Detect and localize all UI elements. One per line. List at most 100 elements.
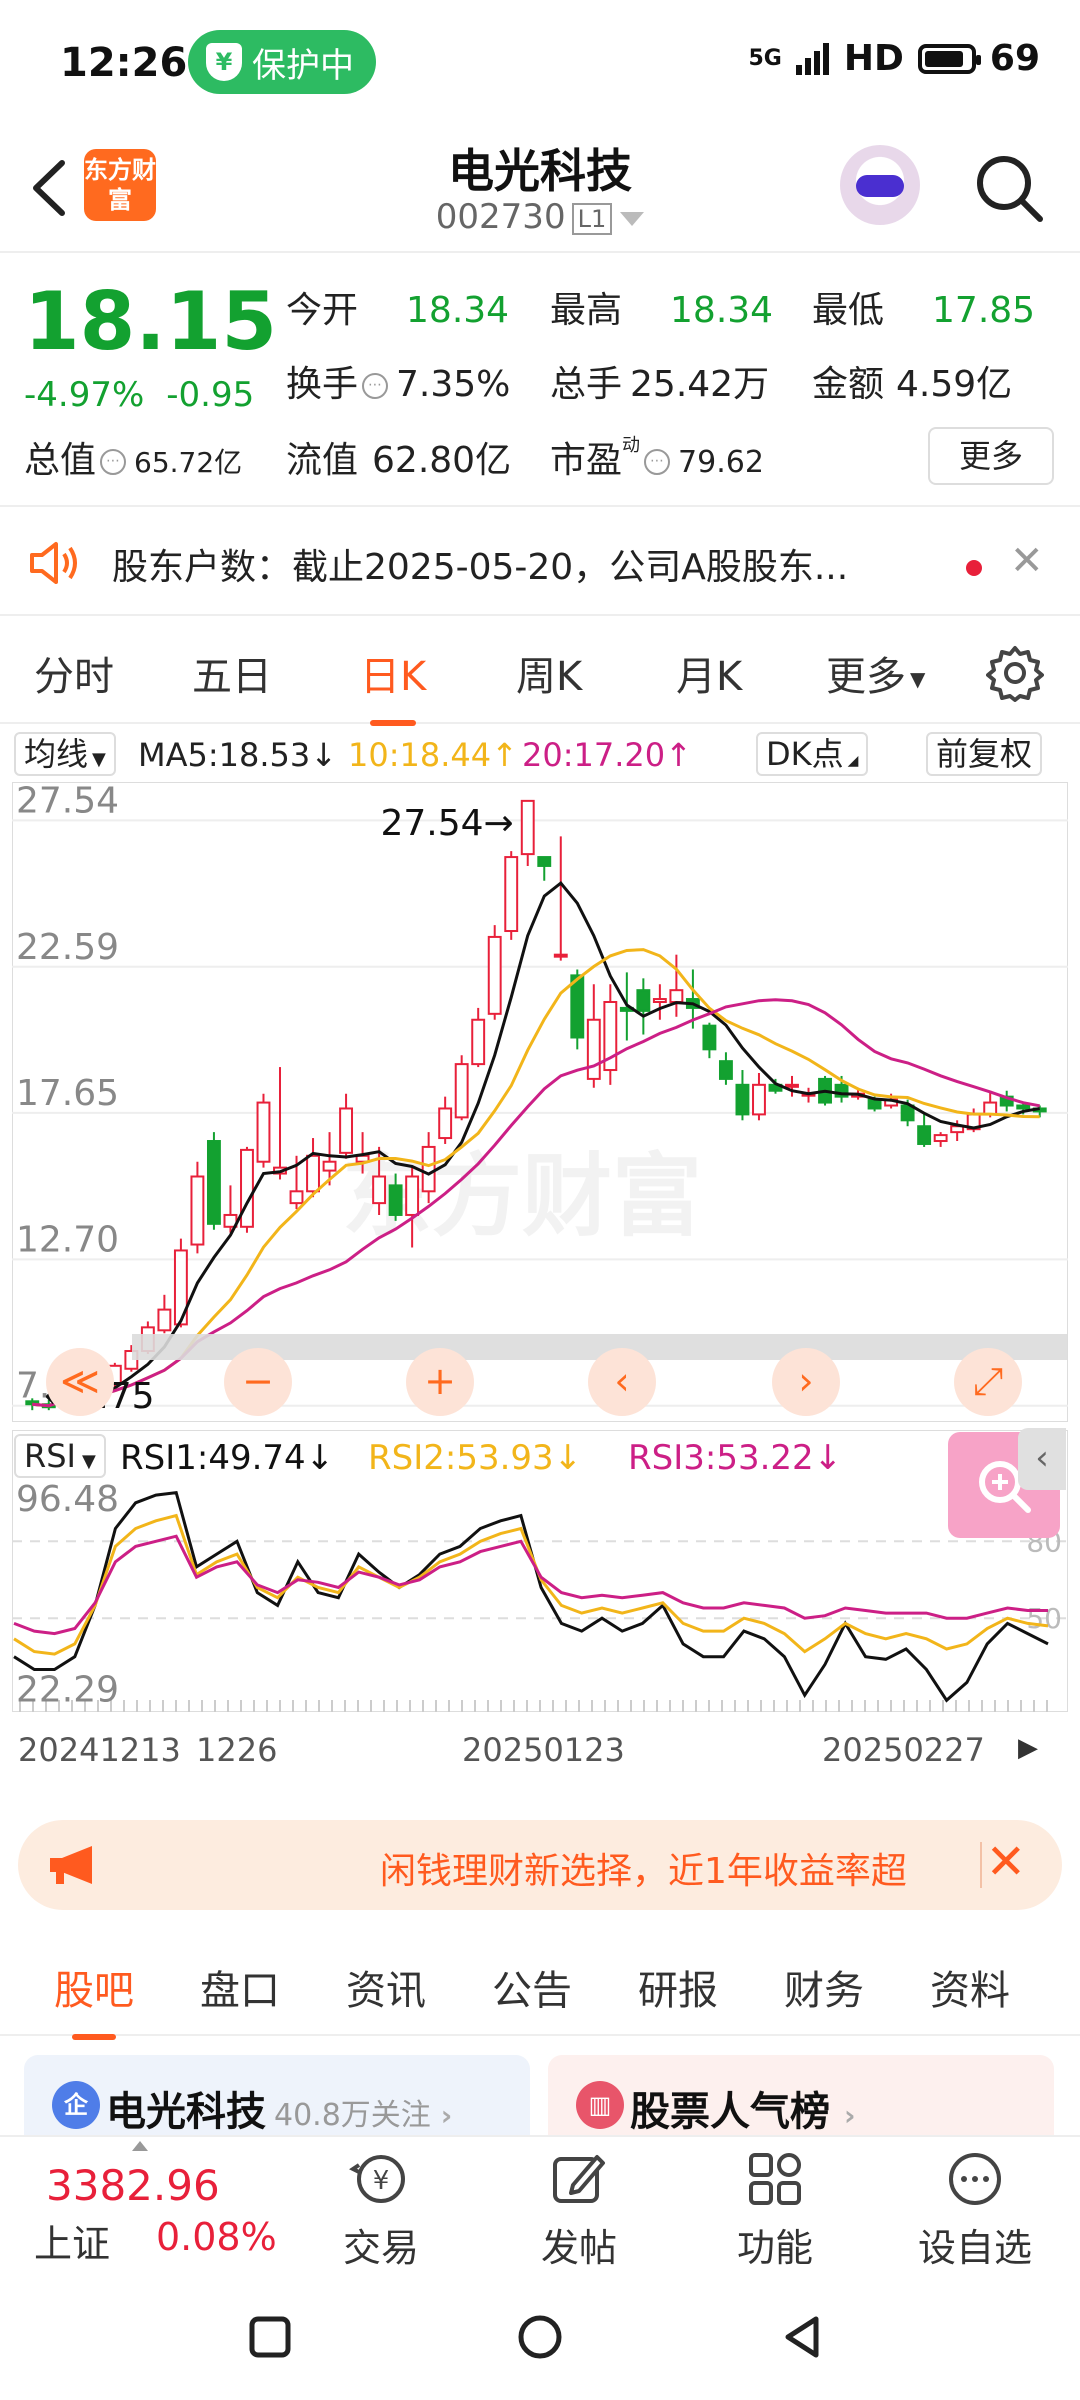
gear-icon[interactable] bbox=[986, 644, 1044, 702]
y-tick-label: 17.65 bbox=[16, 1073, 119, 1114]
recent-apps-icon[interactable] bbox=[248, 2315, 292, 2359]
assistant-avatar-icon[interactable] bbox=[840, 145, 920, 225]
popularity-card[interactable]: ▥ 股票人气榜 › bbox=[548, 2055, 1054, 2135]
nav-functions[interactable]: 功能 bbox=[700, 2147, 850, 2272]
tab-intraday[interactable]: 分时 bbox=[34, 644, 114, 702]
candle bbox=[405, 1175, 420, 1216]
tab-profile[interactable]: 资料 bbox=[930, 1958, 1010, 2016]
rsi3-value: RSI3:53.22↓ bbox=[628, 1438, 843, 1478]
grid-icon bbox=[749, 2153, 801, 2205]
candle bbox=[487, 935, 502, 1015]
divider bbox=[980, 1842, 982, 1888]
stock-code-row[interactable]: 002730 L1 bbox=[0, 197, 1080, 237]
ma10-value: 10:18.44↑ bbox=[348, 736, 518, 774]
nav-trade[interactable]: ¥ 交易 bbox=[306, 2147, 456, 2272]
candle bbox=[206, 1140, 221, 1225]
play-icon[interactable]: ▶ bbox=[1018, 1733, 1038, 1763]
stock-header: 东方财富 电光科技 002730 L1 bbox=[0, 125, 1080, 253]
candle bbox=[586, 1018, 601, 1080]
rsi-selector[interactable]: RSI ▼ bbox=[14, 1434, 106, 1478]
forum-card[interactable]: 企 电光科技 40.8万关注 › bbox=[24, 2055, 530, 2135]
change-value: -0.95 bbox=[166, 375, 255, 415]
status-bar: 12:26 ¥ 保护中 5G HD 69 bbox=[0, 0, 1080, 125]
candle bbox=[537, 856, 552, 867]
date-label: 20250123 bbox=[462, 1731, 625, 1769]
date-axis: 20241213 1226 20250123 20250227 ▶ bbox=[0, 1725, 1080, 1775]
battery-icon bbox=[917, 43, 981, 74]
kline-chart[interactable]: 东方财富 27.5422.5917.6512.707.75 27.54→←7.7… bbox=[12, 782, 1068, 1422]
candle bbox=[339, 1107, 354, 1154]
nav-post[interactable]: 发帖 bbox=[504, 2147, 654, 2272]
forum-card-title: 电光科技 40.8万关注 › bbox=[106, 2089, 453, 2135]
candle bbox=[553, 953, 568, 958]
promo-text: 闲钱理财新选择，近1年收益率超 bbox=[380, 1851, 907, 1892]
tab-order-book[interactable]: 盘口 bbox=[200, 1958, 280, 2016]
tab-news[interactable]: 资讯 bbox=[346, 1958, 426, 2016]
info-icon: ⋯ bbox=[100, 449, 127, 475]
info-icon: ⋯ bbox=[644, 449, 671, 475]
candle bbox=[306, 1154, 320, 1193]
search-icon[interactable] bbox=[970, 149, 1046, 225]
tab-finance[interactable]: 财务 bbox=[784, 1958, 864, 2016]
scroll-left-button[interactable]: ‹ bbox=[588, 1348, 656, 1416]
back-nav-icon[interactable] bbox=[780, 2313, 824, 2361]
zoom-in-button[interactable]: + bbox=[406, 1348, 474, 1416]
candle bbox=[240, 1148, 254, 1228]
float-stat: 流值 62.80亿 bbox=[286, 440, 512, 481]
change-percent: -4.97% bbox=[24, 375, 145, 415]
tab-weekly-k[interactable]: 周K bbox=[516, 644, 582, 702]
tab-daily-k[interactable]: 日K bbox=[360, 644, 426, 726]
adjust-button[interactable]: 前复权 bbox=[926, 732, 1043, 776]
nav-watchlist[interactable]: 设自选 bbox=[900, 2147, 1050, 2272]
scroll-right-button[interactable]: › bbox=[772, 1348, 840, 1416]
status-time: 12:26 bbox=[60, 40, 188, 86]
promo-banner[interactable]: 闲钱理财新选择，近1年收益率超 ✕ bbox=[18, 1820, 1062, 1910]
edit-icon bbox=[553, 2155, 605, 2203]
y-tick-label: 96.48 bbox=[16, 1479, 119, 1520]
high-stat: 最高 18.34 bbox=[550, 290, 774, 331]
collapse-side-tab[interactable]: ‹ bbox=[1018, 1428, 1066, 1490]
tab-monthly-k[interactable]: 月K bbox=[676, 644, 742, 702]
current-price: 18.15 bbox=[24, 275, 278, 368]
scroll-start-button[interactable]: ≪ bbox=[46, 1348, 114, 1416]
tab-announcements[interactable]: 公告 bbox=[492, 1958, 572, 2016]
y-tick-label: 27.54 bbox=[16, 782, 119, 821]
fullscreen-button[interactable]: ⤢ bbox=[954, 1348, 1022, 1416]
candle bbox=[504, 856, 519, 933]
tab-more[interactable]: 更多 ▼ bbox=[826, 644, 925, 702]
low-stat: 最低 17.85 bbox=[812, 290, 1036, 331]
candle bbox=[718, 1060, 733, 1080]
rsi2-value: RSI2:53.93↓ bbox=[368, 1438, 583, 1478]
candle bbox=[322, 1160, 337, 1172]
date-label: 1226 bbox=[196, 1731, 278, 1769]
rsi1-value: RSI1:49.74↓ bbox=[120, 1438, 335, 1478]
stock-code: 002730 bbox=[435, 197, 566, 237]
more-stats-button[interactable]: 更多 bbox=[928, 427, 1054, 485]
zoom-out-button[interactable]: − bbox=[224, 1348, 292, 1416]
candle bbox=[388, 1184, 403, 1216]
pe-stat: 市盈动⋯ 79.62 bbox=[550, 435, 764, 481]
home-icon[interactable] bbox=[516, 2313, 564, 2361]
close-icon[interactable]: ✕ bbox=[1010, 538, 1044, 584]
y-tick-label: 22.59 bbox=[16, 927, 119, 968]
shield-icon: ¥ bbox=[206, 43, 242, 81]
system-nav-bar bbox=[0, 2275, 1080, 2400]
tab-research[interactable]: 研报 bbox=[638, 1958, 718, 2016]
indicator-selector[interactable]: 均线 ▼ bbox=[14, 732, 116, 776]
signal-icon bbox=[795, 42, 829, 75]
volume-stat: 总手 25.42万 bbox=[550, 364, 770, 405]
rsi-legend: RSI ▼ RSI1:49.74↓ RSI2:53.93↓ RSI3:53.22↓ bbox=[0, 1430, 1080, 1480]
dk-point-button[interactable]: DK点 ◢ bbox=[756, 732, 869, 776]
close-icon[interactable]: ✕ bbox=[986, 1834, 1026, 1890]
index-value[interactable]: 3382.96 bbox=[46, 2161, 220, 2210]
candle bbox=[454, 1063, 469, 1119]
notice-bar[interactable]: 股东户数：截止2025-05-20，公司A股股东... ✕ bbox=[0, 508, 1080, 616]
megaphone-icon bbox=[50, 1846, 92, 1884]
ref-line-label: 50 bbox=[1026, 1602, 1062, 1635]
y-tick-label: 22.29 bbox=[16, 1669, 119, 1710]
tab-five-day[interactable]: 五日 bbox=[192, 644, 272, 702]
protect-badge[interactable]: ¥ 保护中 bbox=[188, 30, 376, 94]
tab-forum[interactable]: 股吧 bbox=[54, 1958, 134, 2040]
hd-label: HD bbox=[843, 38, 904, 79]
content-tabs: 股吧 盘口 资讯 公告 研报 财务 资料 bbox=[0, 1930, 1080, 2040]
